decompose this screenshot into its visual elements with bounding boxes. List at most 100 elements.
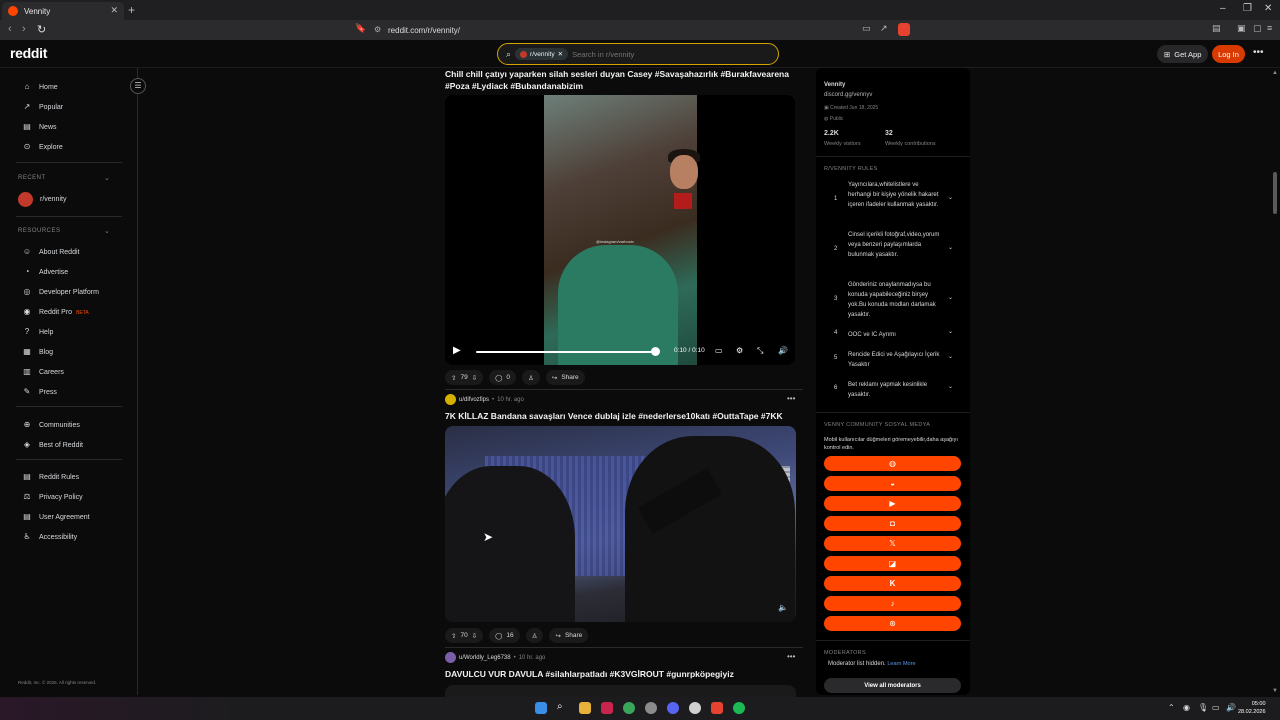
minimize-icon[interactable]: –	[1220, 3, 1226, 14]
windows-start-icon[interactable]	[535, 702, 547, 714]
sidebar-toggle-icon[interactable]: ▤	[1212, 23, 1221, 34]
sidebar-item-privacy-policy[interactable]: ⚖ Privacy Policy	[22, 492, 82, 502]
share-button[interactable]: ↪ Share	[549, 628, 589, 643]
post-menu-icon[interactable]: •••	[787, 652, 795, 661]
seek-bar[interactable]	[476, 351, 656, 353]
social-link-x[interactable]: 𝕏	[824, 536, 961, 551]
social-link-steam[interactable]: ⊛	[824, 616, 961, 631]
get-app-button[interactable]: ⊞ Get App	[1157, 45, 1209, 63]
profile-icon[interactable]: ▢	[1253, 23, 1262, 34]
share-page-icon[interactable]: ↗	[880, 23, 888, 34]
discord-icon[interactable]	[667, 702, 679, 714]
close-tab-icon[interactable]: ✕	[110, 5, 118, 16]
more-options-icon[interactable]: •••	[1253, 47, 1264, 58]
learn-more-link[interactable]: Learn More	[887, 661, 915, 667]
brave-shield-icon[interactable]	[898, 23, 910, 36]
chevron-down-icon[interactable]: ⌄	[104, 227, 110, 235]
search-icon[interactable]: ⌕	[557, 701, 569, 713]
comments-button[interactable]: ◯ 0	[489, 370, 517, 385]
app-icon[interactable]	[601, 702, 613, 714]
sidebar-item-about-reddit[interactable]: ☺ About Reddit	[22, 247, 80, 257]
post-title[interactable]: Chill chill çatıyı yaparken silah sesler…	[445, 68, 795, 92]
community-link[interactable]: discord.gg/vennyv	[824, 92, 872, 98]
post-menu-icon[interactable]: •••	[787, 394, 795, 403]
back-icon[interactable]: ‹	[8, 23, 12, 35]
captions-icon[interactable]: ▭	[715, 346, 723, 355]
sidebar-item-careers[interactable]: ▥ Careers	[22, 367, 64, 377]
sidebar-item-developer-platform[interactable]: ◎ Developer Platform	[22, 287, 99, 297]
award-button[interactable]: ♙	[522, 370, 540, 385]
volume-icon[interactable]: 🔊	[778, 346, 788, 355]
browser-tab[interactable]: Vennity ✕	[2, 2, 124, 20]
chrome-icon[interactable]	[623, 702, 635, 714]
volume-icon[interactable]: 🔈	[778, 603, 788, 612]
view-all-moderators-button[interactable]: View all moderators	[824, 678, 961, 693]
reddit-logo[interactable]: reddit	[10, 45, 47, 61]
taskbar-clock[interactable]: 05:00 28.02.2026	[1238, 700, 1266, 716]
chevron-down-icon[interactable]: ⌄	[948, 244, 953, 251]
network-icon[interactable]: ▭	[1212, 703, 1220, 712]
sidebar-item-explore[interactable]: ⊙ Explore	[22, 142, 63, 152]
social-link-twitch[interactable]: ◪	[824, 556, 961, 571]
resources-heading[interactable]: RESOURCES	[18, 228, 61, 234]
scroll-up-icon[interactable]: ▲	[1272, 70, 1278, 76]
chevron-down-icon[interactable]: ⌄	[104, 174, 110, 182]
recent-heading[interactable]: RECENT	[18, 175, 46, 181]
seek-handle[interactable]	[651, 347, 660, 356]
award-button[interactable]: ♙	[525, 628, 544, 643]
brave-icon[interactable]	[711, 702, 723, 714]
share-button[interactable]: ↪ Share	[545, 370, 585, 385]
sidebar-item-press[interactable]: ✎ Press	[22, 387, 57, 397]
chevron-down-icon[interactable]: ⌄	[948, 383, 953, 390]
upvote-icon[interactable]: ⇧	[451, 632, 456, 640]
search-bar[interactable]: ⌕ r/vennity ✕	[497, 43, 779, 65]
social-link-youtube[interactable]: ▶	[824, 496, 961, 511]
social-link-instagram[interactable]: ◘	[824, 516, 961, 531]
collapse-sidebar-button[interactable]: ☰	[130, 78, 146, 94]
chevron-down-icon[interactable]: ⌄	[948, 328, 953, 335]
app-icon[interactable]	[689, 702, 701, 714]
sidebar-item-help[interactable]: ? Help	[22, 327, 54, 337]
subreddit-search-chip[interactable]: r/vennity ✕	[515, 48, 569, 60]
login-button[interactable]: Log In	[1212, 45, 1245, 63]
reload-icon[interactable]: ↻	[37, 23, 46, 36]
forward-icon[interactable]: ›	[22, 23, 26, 35]
maximize-icon[interactable]: ❐	[1243, 3, 1252, 14]
social-link-discord[interactable]: ◒	[824, 476, 961, 491]
sidebar-item-blog[interactable]: ▦ Blog	[22, 347, 53, 357]
wallet-icon[interactable]: ▣	[1237, 23, 1246, 34]
post-author[interactable]: u/Worldly_Leg6738 • 10 hr. ago	[445, 652, 545, 663]
video-player[interactable]: 🔈	[445, 426, 796, 622]
volume-icon[interactable]: 🔊	[1226, 703, 1236, 712]
chevron-down-icon[interactable]: ⌄	[948, 194, 953, 201]
file-explorer-icon[interactable]	[579, 702, 591, 714]
post-title[interactable]: 7K KİLLAZ Bandana savaşları Vence dublaj…	[445, 410, 795, 422]
new-tab-icon[interactable]: +	[128, 3, 135, 17]
address-bar[interactable]: ⚙ reddit.com/r/vennity/	[372, 22, 912, 38]
settings-gear-icon[interactable]: ⚙	[736, 346, 743, 355]
post-media[interactable]	[445, 685, 796, 697]
fullscreen-icon[interactable]: ⤡	[757, 346, 763, 356]
sidebar-item-user-agreement[interactable]: ▤ User Agreement	[22, 512, 89, 522]
sidebar-item-popular[interactable]: ↗ Popular	[22, 102, 64, 112]
sidebar-item-accessibility[interactable]: ♿ Accessibility	[22, 532, 77, 542]
comments-button[interactable]: ◯ 16	[489, 628, 520, 643]
page-scrollbar[interactable]	[1273, 172, 1277, 214]
post-author[interactable]: u/difvozfips • 10 hr. ago	[445, 394, 524, 405]
remove-chip-icon[interactable]: ✕	[558, 50, 563, 58]
sidebar-item-best-of-reddit[interactable]: ◈ Best of Reddit	[22, 440, 83, 450]
tray-chevron-icon[interactable]: ⌃	[1168, 703, 1175, 712]
sidebar-item-reddit-rules[interactable]: ▤ Reddit Rules	[22, 472, 79, 482]
upvote-icon[interactable]: ⇧	[451, 374, 456, 382]
window-close-icon[interactable]: ✕	[1264, 3, 1272, 14]
spotify-icon[interactable]	[733, 702, 745, 714]
sidebar-item-communities[interactable]: ⊕ Communities	[22, 420, 80, 430]
sidebar-item-reddit-pro[interactable]: ◉ Reddit Pro BETA	[22, 307, 89, 317]
video-player[interactable]: @instagram/varhostv ▶ 0:10 / 0:10 ▭ ⚙ ⤡ …	[445, 95, 795, 365]
downvote-icon[interactable]: ⇩	[472, 632, 477, 640]
social-link-kick[interactable]: K	[824, 576, 961, 591]
social-link-website[interactable]: ◍	[824, 456, 961, 471]
play-icon[interactable]: ▶	[453, 345, 461, 356]
tray-app-icon[interactable]: ◉	[1183, 703, 1190, 712]
sidebar-item-home[interactable]: ⌂ Home	[22, 82, 58, 92]
